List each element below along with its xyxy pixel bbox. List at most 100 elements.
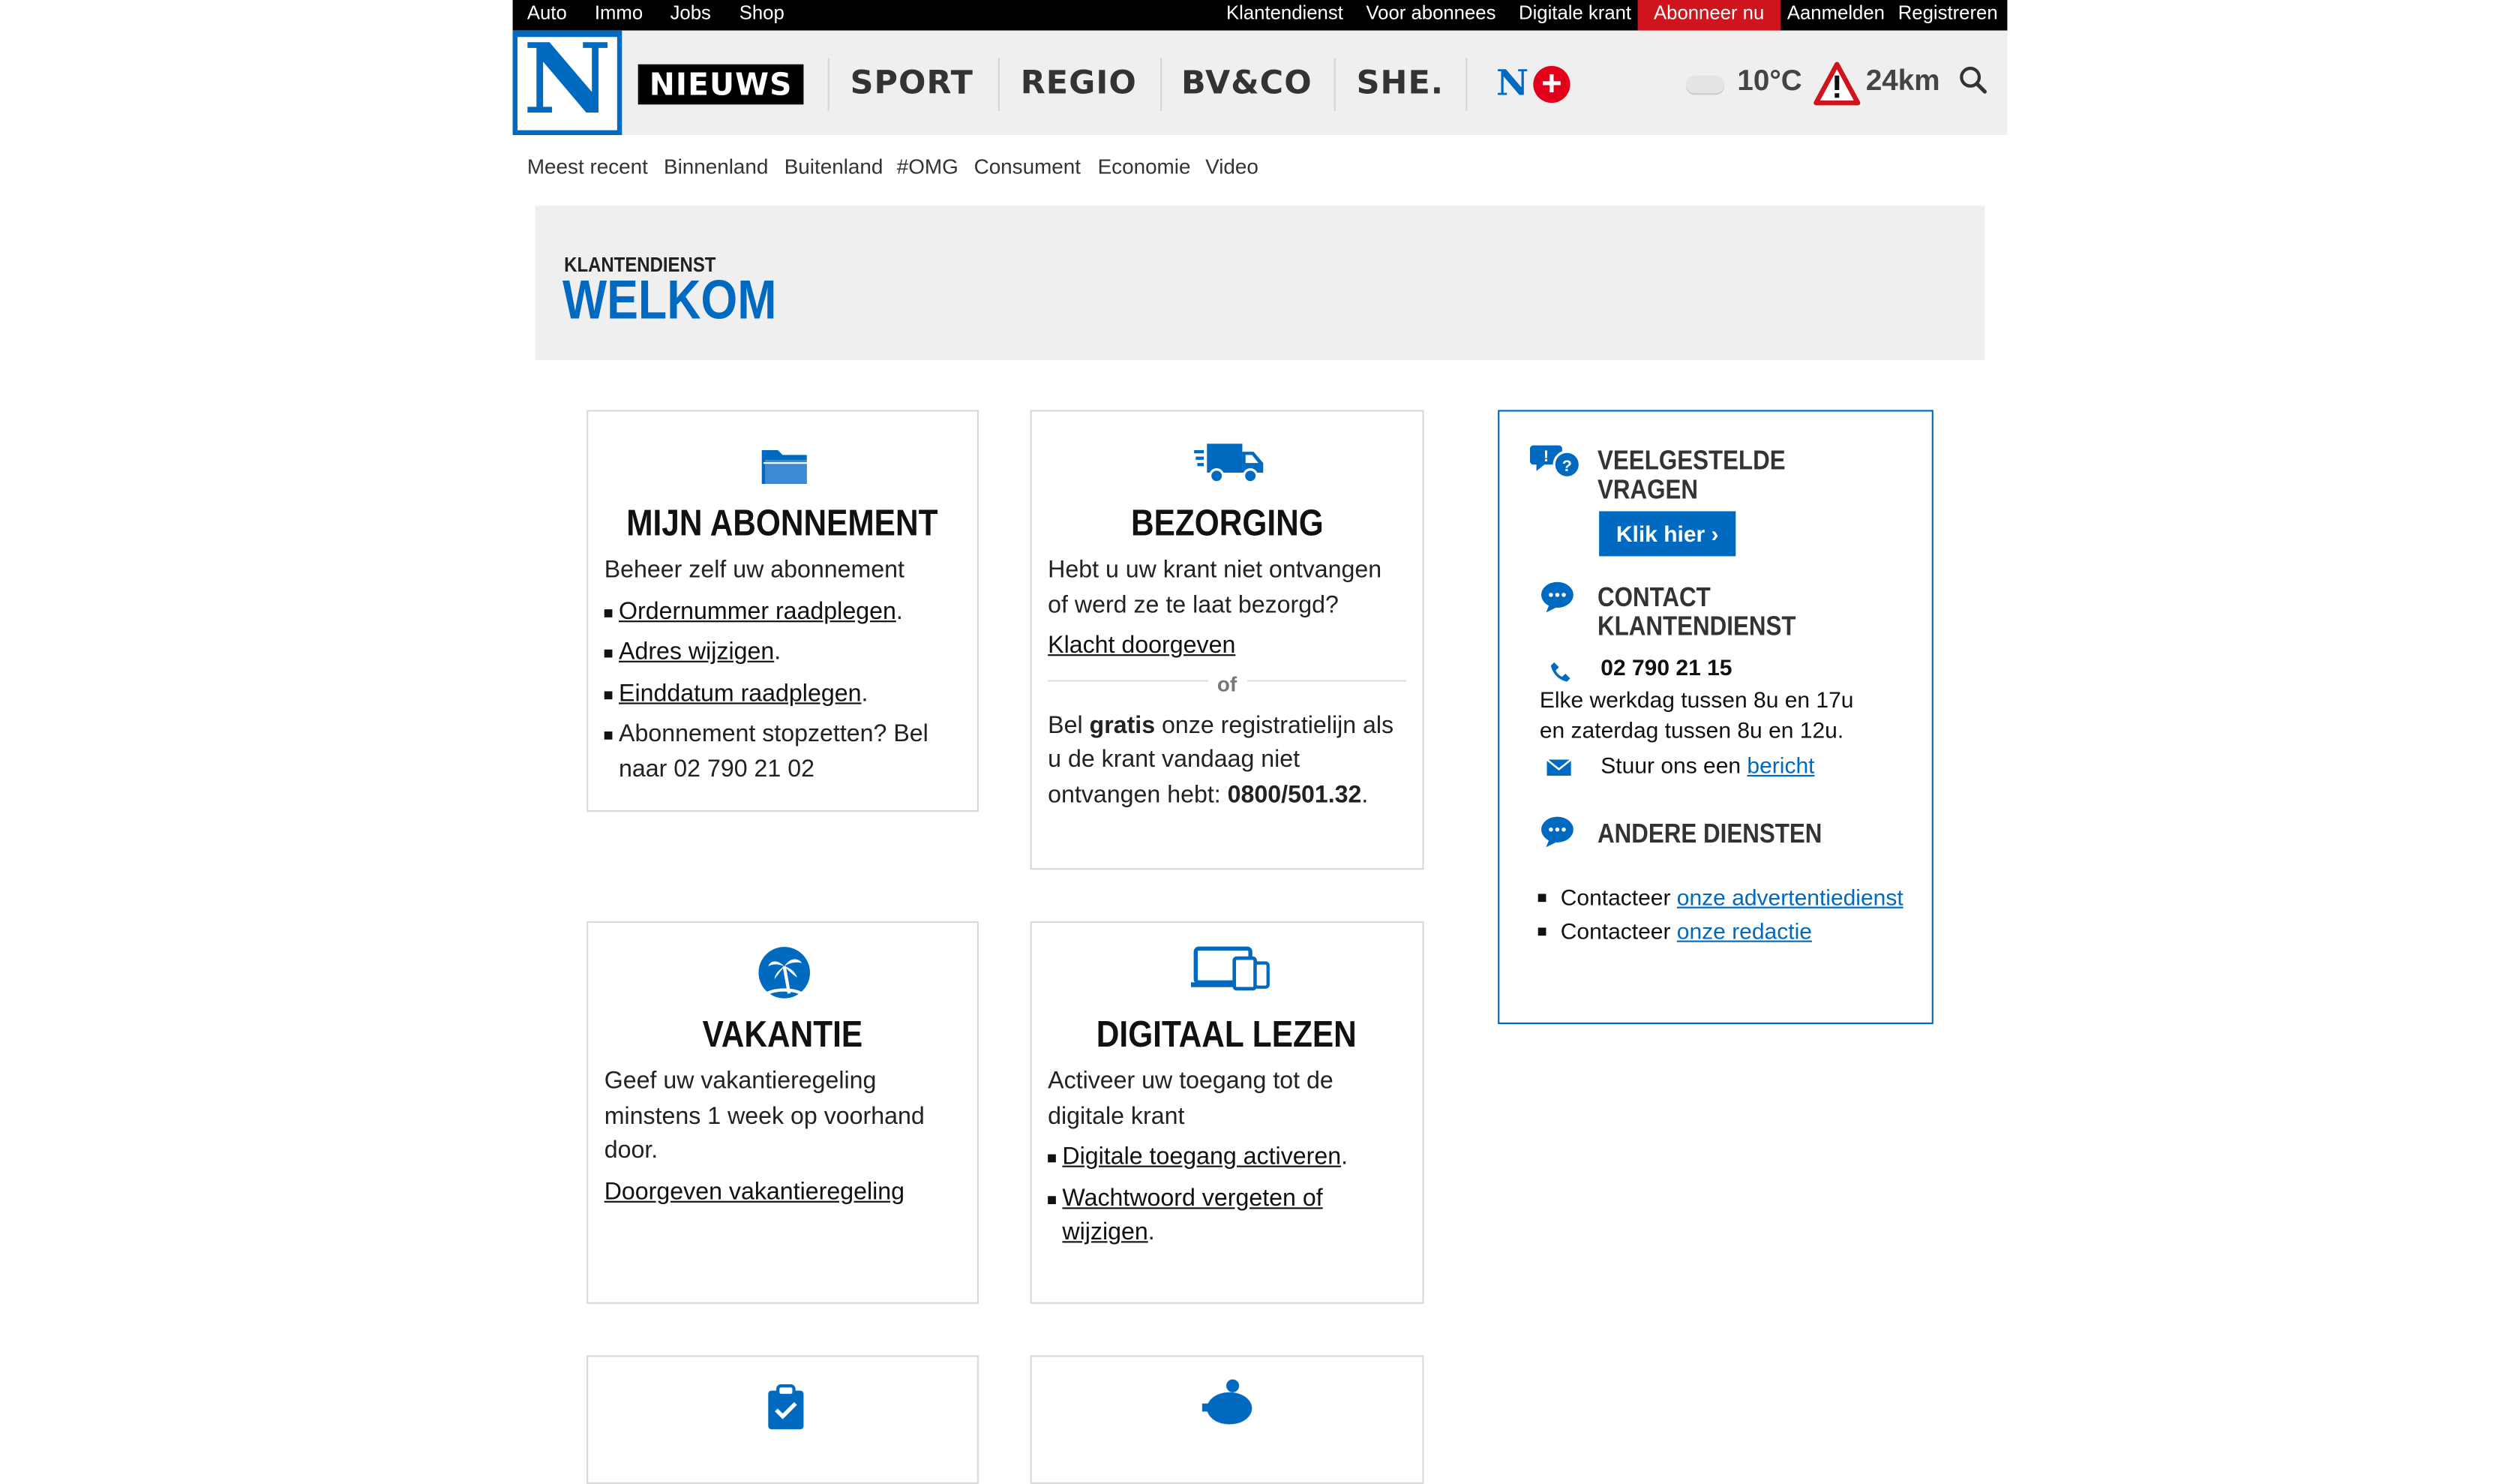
stopzetten-text: Abonnement stopzetten? Bel naar 02 790 2… [619,720,928,783]
card-intro: Activeer uw toegang tot de digitale kran… [1048,1067,1334,1130]
card-title: DIGITAAL LEZEN [1096,1013,1358,1055]
card-intro: Beheer zelf uw abonnement [604,556,904,584]
registratielijn-number: 0800/501.32 [1227,781,1362,809]
page-title: WELKOM [562,270,777,332]
envelope-icon [1546,759,1572,776]
or-divider: of [1048,666,1406,708]
card-digitaal-lezen: DIGITAAL LEZEN Activeer uw toegang tot d… [1030,921,1424,1304]
subnav-item[interactable]: Meest recent [527,155,648,179]
abonneer-nu-button[interactable]: Abonneer nu [1637,0,1780,31]
sidebar-contact-panel: ! ? VEELGESTELDE VRAGEN Klik hier › CONT… [1498,410,1934,1024]
nav-bvco[interactable]: BV&CO [1181,31,1312,135]
cloud-icon [1685,75,1725,94]
nav-sport[interactable]: SPORT [850,31,974,135]
faq-bubbles-icon: ! ? [1529,445,1582,479]
folder-icon [761,450,808,484]
nplus-cross-icon[interactable]: + [1533,65,1570,104]
card-mijn-abonnement: MIJN ABONNEMENT Beheer zelf uw abonnemen… [586,410,979,813]
registreren-link[interactable]: Registreren [1898,0,1998,31]
list-item: Abonnement stopzetten? Bel naar 02 790 2… [604,718,962,788]
nav-divider [1466,58,1468,111]
subnav-item[interactable]: Consument [974,155,1081,179]
card-partial-left [586,1355,979,1484]
topbar-link-shop[interactable]: Shop [740,0,784,31]
bericht-link[interactable]: bericht [1747,753,1814,778]
nav-divider [998,58,1000,111]
list-item: Contacteer onze redactie [1538,915,1908,947]
svg-text:?: ? [1562,457,1572,475]
subnav-item[interactable]: Buitenland [784,155,884,179]
advertentiedienst-link[interactable]: onze advertentiedienst [1677,885,1904,910]
chat-bubble-icon [1541,816,1574,848]
truck-icon [1194,443,1264,484]
logo-box: N [518,31,617,131]
subnav-item[interactable]: Video [1205,155,1258,179]
adres-wijzigen-link[interactable]: Adres wijzigen [619,638,774,665]
registratielijn-text: Bel gratis onze registratielijn als u de… [1048,711,1394,809]
punctuation: . [896,597,903,625]
list-item: Digitale toegang activeren. [1048,1140,1406,1175]
nav-divider [1160,58,1162,111]
card-bezorging: BEZORGING Hebt u uw krant niet ontvangen… [1030,410,1424,870]
chat-bubble-icon [1541,581,1574,613]
svg-text:!: ! [1544,447,1549,465]
card-body: Activeer uw toegang tot de digitale kran… [1048,1065,1406,1251]
andere-diensten-title: ANDERE DIENSTEN [1598,818,1822,849]
card-intro: Hebt u uw krant niet ontvangen of werd z… [1048,556,1382,619]
card-list: Digitale toegang activeren. Wachtwoord v… [1048,1140,1406,1251]
card-body: Hebt u uw krant niet ontvangen of werd z… [1048,553,1406,813]
temperature[interactable]: 10°C [1737,65,1802,98]
card-body: Geef uw vakantieregeling minstens 1 week… [604,1065,962,1210]
andere-diensten-list: Contacteer onze advertentiedienst Contac… [1538,882,1908,948]
search-icon[interactable] [1958,65,1990,97]
phone-icon [1550,662,1570,682]
nav-nieuws[interactable]: NIEUWS [638,64,804,105]
vakantieregeling-link[interactable]: Doorgeven vakantieregeling [604,1178,904,1205]
topbar-link-voor-abonnees[interactable]: Voor abonnees [1366,0,1496,31]
logo-letter: N [523,24,612,137]
list-item: Adres wijzigen. [604,635,962,670]
list-item: Wachtwoord vergeten of wijzigen. [1048,1182,1406,1251]
card-body: Beheer zelf uw abonnement Ordernummer ra… [604,553,962,787]
topbar-link-klantendienst[interactable]: Klantendienst [1226,0,1343,31]
topbar-link-digitale-krant[interactable]: Digitale krant [1519,0,1631,31]
card-partial-right [1030,1355,1424,1484]
card-title: MIJN ABONNEMENT [626,501,939,544]
punctuation: . [1148,1219,1155,1247]
card-title: BEZORGING [1130,501,1324,544]
list-item: Einddatum raadplegen. [604,677,962,711]
topbar-link-jobs[interactable]: Jobs [670,0,711,31]
digitale-toegang-link[interactable]: Digitale toegang activeren [1062,1143,1341,1170]
wachtwoord-link[interactable]: Wachtwoord vergeten of wijzigen [1062,1185,1322,1247]
subnav-item[interactable]: #OMG [897,155,958,179]
ordernummer-link[interactable]: Ordernummer raadplegen [619,597,896,624]
klacht-row: Klacht doorgeven [1048,629,1406,663]
card-vakantie: VAKANTIE Geef uw vakantieregeling minste… [586,921,979,1304]
klik-hier-button[interactable]: Klik hier › [1599,511,1736,557]
nav-regio[interactable]: REGIO [1021,31,1137,135]
einddatum-link[interactable]: Einddatum raadplegen [619,680,861,707]
nav-divider [1334,58,1336,111]
warning-triangle-icon [1814,62,1861,106]
punctuation: . [861,679,868,707]
site-logo[interactable]: N [512,30,622,136]
gratis-label: gratis [1089,711,1156,740]
top-utility-bar: Auto Immo Jobs Shop Klantendienst Voor a… [512,0,2008,31]
nav-she[interactable]: SHE. [1357,31,1444,135]
phone-number[interactable]: 02 790 21 15 [1600,653,1732,684]
punctuation: . [774,638,782,666]
aanmelden-link[interactable]: Aanmelden [1787,0,1885,31]
klacht-doorgeven-link[interactable]: Klacht doorgeven [1048,632,1235,659]
palm-tree-icon [758,947,810,999]
clipboard-icon [768,1383,804,1429]
nav-nplus-letter[interactable]: N [1496,66,1528,101]
subnav-item[interactable]: Binnenland [664,155,768,179]
mail-row: Stuur ons een bericht [1600,752,1815,779]
welcome-banner: KLANTENDIENST WELKOM [535,206,1985,360]
punctuation: . [1341,1143,1348,1171]
vakantie-link-row: Doorgeven vakantieregeling [604,1175,962,1209]
contact-title-line1: CONTACT [1598,581,1711,613]
redactie-link[interactable]: onze redactie [1677,917,1812,943]
traffic-distance[interactable]: 24km [1866,65,1940,98]
subnav-item[interactable]: Economie [1098,155,1191,179]
